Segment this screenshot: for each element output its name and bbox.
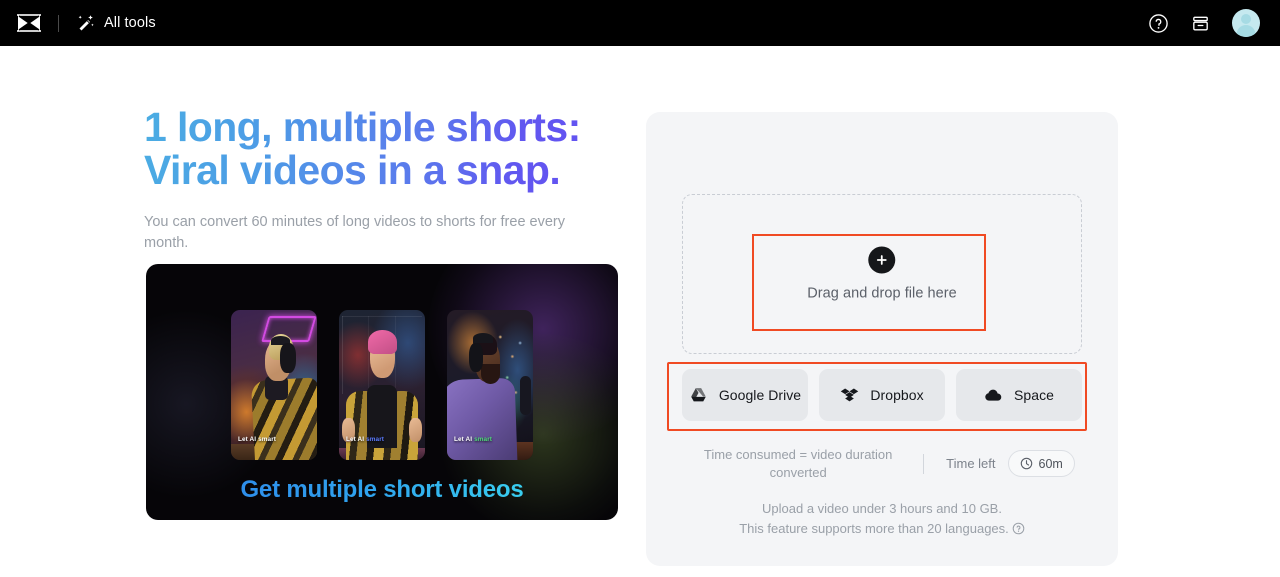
time-consumed-note: Time consumed = video duration converted bbox=[703, 447, 893, 480]
google-drive-icon bbox=[689, 386, 708, 405]
promo-card-row: Let AI smart Let AI smart Let AI smart bbox=[146, 310, 618, 460]
promo-card: Let AI smart bbox=[339, 310, 425, 460]
file-dropzone[interactable]: Drag and drop file here bbox=[682, 194, 1082, 354]
dropbox-label: Dropbox bbox=[870, 387, 924, 403]
cloud-source-row: Google Drive Dropbox Space bbox=[682, 369, 1082, 421]
hero-subhead: You can convert 60 minutes of long video… bbox=[144, 213, 566, 251]
promo-card-caption: Let AI smart bbox=[346, 436, 385, 443]
upload-footnote: Upload a video under 3 hours and 10 GB. … bbox=[646, 499, 1118, 541]
page-body: 1 long, multiple shorts: Viral videos in… bbox=[0, 46, 1280, 577]
all-tools-button[interactable]: All tools bbox=[75, 13, 156, 33]
hero-text-block: 1 long, multiple shorts: Viral videos in… bbox=[144, 105, 618, 254]
promo-card-caption: Let AI smart bbox=[454, 436, 493, 443]
promo-title: Get multiple short videos bbox=[146, 476, 618, 504]
help-circle-icon[interactable] bbox=[1148, 13, 1169, 34]
footnote-line-2-wrap: This feature supports more than 20 langu… bbox=[646, 519, 1118, 541]
dropzone-label: Drag and drop file here bbox=[807, 285, 957, 302]
magic-wand-icon bbox=[75, 13, 95, 33]
google-drive-button[interactable]: Google Drive bbox=[682, 369, 808, 421]
capcut-logo[interactable] bbox=[14, 10, 44, 36]
plus-icon[interactable] bbox=[868, 246, 896, 274]
footnote-line-1: Upload a video under 3 hours and 10 GB. bbox=[762, 501, 1002, 516]
page-title: 1 long, multiple shorts: Viral videos in… bbox=[144, 105, 618, 193]
dropzone-content[interactable]: Drag and drop file here bbox=[807, 246, 957, 302]
top-header: All tools bbox=[0, 0, 1280, 46]
promo-video-preview[interactable]: Let AI smart Let AI smart Let AI smart G… bbox=[146, 264, 618, 520]
footnote-line-2: This feature supports more than 20 langu… bbox=[739, 521, 1009, 537]
promo-card: Let AI smart bbox=[231, 310, 317, 460]
meta-divider bbox=[923, 453, 925, 474]
promo-card: Let AI smart bbox=[447, 310, 533, 460]
upload-panel: Drag and drop file here Google Drive Dro… bbox=[646, 112, 1118, 566]
time-left-label: Time left bbox=[946, 456, 996, 472]
header-divider bbox=[58, 14, 59, 32]
space-label: Space bbox=[1014, 387, 1054, 403]
header-right-group bbox=[1148, 9, 1260, 37]
google-drive-label: Google Drive bbox=[718, 387, 802, 403]
dropbox-icon bbox=[840, 386, 859, 405]
avatar[interactable] bbox=[1232, 9, 1260, 37]
help-circle-icon[interactable] bbox=[1012, 521, 1025, 541]
all-tools-label: All tools bbox=[104, 15, 156, 31]
time-left-value: 60m bbox=[1038, 456, 1063, 471]
time-left-pill[interactable]: 60m bbox=[1007, 450, 1075, 478]
space-button[interactable]: Space bbox=[956, 369, 1082, 421]
promo-card-caption: Let AI smart bbox=[238, 436, 277, 443]
dropbox-button[interactable]: Dropbox bbox=[819, 369, 945, 421]
archive-box-icon[interactable] bbox=[1190, 13, 1211, 34]
clock-icon bbox=[1020, 457, 1033, 470]
header-left-group: All tools bbox=[14, 10, 156, 36]
cloud-icon bbox=[984, 386, 1003, 405]
time-meta-row: Time consumed = video duration converted… bbox=[672, 446, 1092, 481]
